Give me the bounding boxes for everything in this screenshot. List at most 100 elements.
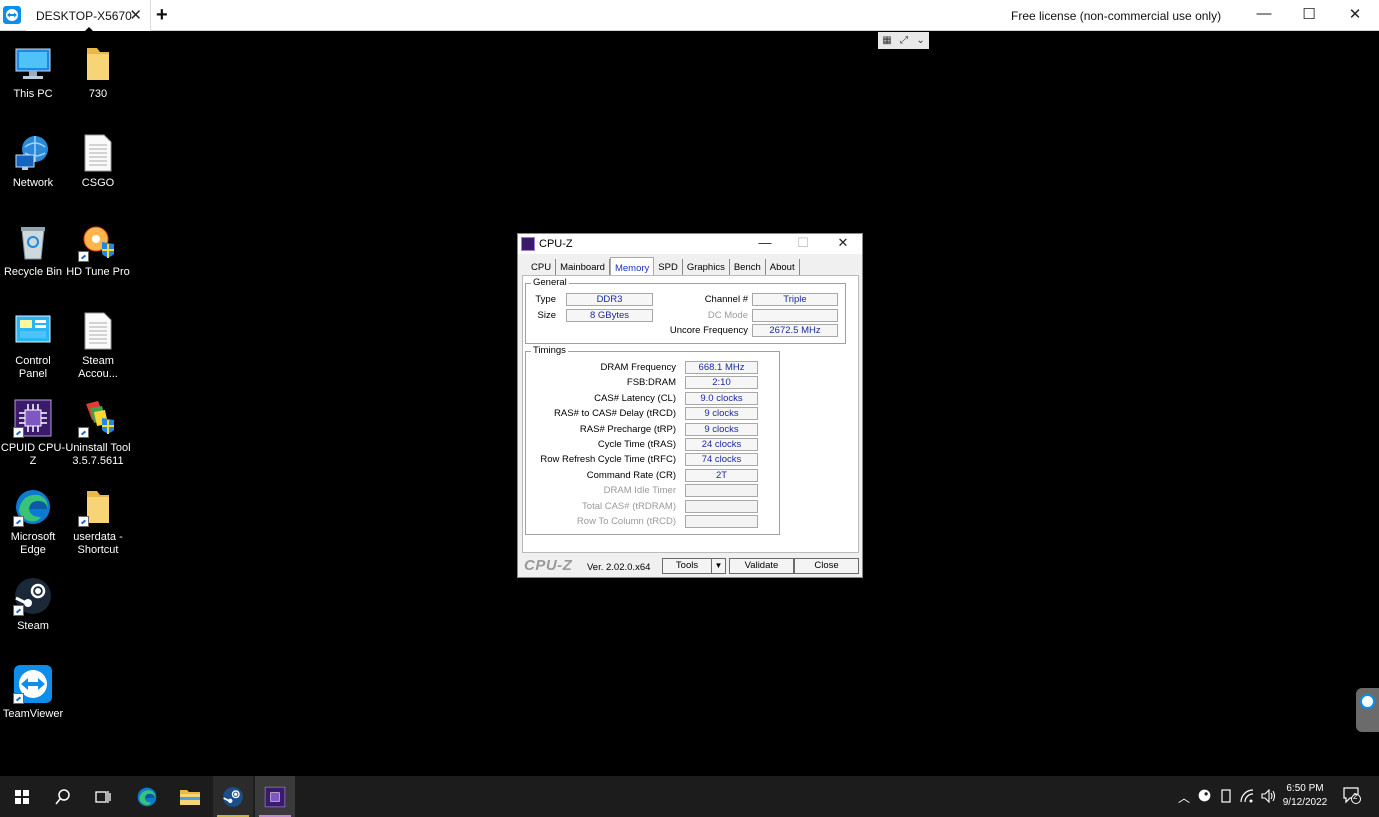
desktop-icon-cpuid-cpu-z[interactable]: CPUID CPU-Z [0, 398, 66, 468]
license-label: Free license (non-commercial use only) [1011, 9, 1222, 23]
new-tab-button[interactable]: + [156, 4, 168, 27]
remote-toolbar-handle[interactable]: ▦ ⤢ ⌄ [878, 32, 929, 49]
channel-value: Triple [752, 293, 838, 306]
task-view-button[interactable] [83, 776, 123, 817]
start-button[interactable] [2, 776, 42, 817]
edge-icon [13, 487, 53, 527]
timing-label: Row Refresh Cycle Time (tRFC) [540, 454, 676, 466]
tools-dropdown-arrow-icon[interactable]: ▼ [711, 558, 726, 574]
timing-value [685, 499, 758, 513]
uncore-frequency-value: 2672.5 MHz [752, 324, 838, 337]
desktop-icon-this-pc[interactable]: This PC [0, 44, 66, 101]
close-button[interactable]: Close [794, 558, 859, 574]
desktop-icon-label: Steam [17, 620, 49, 632]
timing-label: DRAM Frequency [600, 362, 677, 373]
timing-label: RAS# to CAS# Delay (tRCD) [554, 408, 676, 420]
cpuz-title-bar[interactable]: CPU-Z — ☐ ✕ [518, 234, 862, 254]
timing-label: RAS# Precharge (tRP) [579, 423, 676, 435]
volume-icon[interactable] [1261, 788, 1276, 806]
desktop-icon-microsoft-edge[interactable]: Microsoft Edge [0, 487, 66, 557]
session-tab[interactable]: DESKTOP-X5670 ✕ [26, 0, 151, 32]
desktop-icon-control-panel[interactable]: Control Panel [0, 311, 66, 381]
tab-mainboard[interactable]: Mainboard [556, 259, 610, 276]
desktop-icon-uninstall-tool[interactable]: Uninstall Tool 3.5.7.5611 [65, 398, 131, 468]
validate-button[interactable]: Validate [729, 558, 794, 574]
desktop-icon-teamviewer[interactable]: TeamViewer [0, 664, 66, 721]
tab-graphics[interactable]: Graphics [683, 259, 730, 276]
general-group-title: General [531, 277, 569, 288]
maximize-button[interactable]: ☐ [1299, 5, 1319, 23]
desktop-icon-label: This PC [13, 88, 53, 100]
teamviewer-logo-icon [1360, 694, 1375, 709]
timing-label: Command Rate (CR) [586, 469, 676, 481]
edge-icon [137, 787, 157, 806]
expand-icon: ⤢ [900, 35, 909, 46]
taskbar-steam[interactable] [213, 776, 253, 817]
desktop-icon-730[interactable]: 730 [65, 44, 131, 101]
taskbar-edge[interactable] [127, 776, 167, 817]
cpuz-footer: CPU-Z Ver. 2.02.0.x64 Tools ▼ Validate C… [518, 554, 862, 578]
search-button[interactable] [43, 776, 83, 817]
show-hidden-icons-chevron-icon[interactable]: ︿ [1178, 789, 1190, 806]
desktop-icon-steam-account[interactable]: Steam Accou... [65, 311, 131, 381]
close-tab-icon[interactable]: ✕ [129, 6, 142, 24]
shortcut-arrow-icon [78, 251, 89, 262]
cpuz-version: Ver. 2.02.0.x64 [587, 562, 651, 573]
taskbar-cpuz[interactable] [255, 776, 295, 817]
desktop-icon-label: CSGO [81, 177, 115, 189]
desktop-icon-recycle-bin[interactable]: Recycle Bin [0, 222, 66, 279]
notification-center-icon[interactable]: 2 [1343, 786, 1361, 807]
size-value: 8 GBytes [566, 309, 653, 322]
timing-value: 24 clocks [685, 438, 758, 451]
type-value: DDR3 [566, 293, 653, 306]
desktop-icon-label: Uninstall Tool 3.5.7.5611 [65, 442, 131, 467]
desktop-icon-label: CPUID CPU-Z [0, 442, 66, 467]
search-icon [55, 788, 70, 804]
grid-icon: ▦ [882, 35, 892, 46]
desktop-icon-network[interactable]: Network [0, 133, 66, 190]
tab-spd[interactable]: SPD [654, 259, 683, 276]
desktop-icon-steam[interactable]: Steam [0, 576, 66, 633]
tools-button[interactable]: Tools [662, 558, 712, 574]
timing-label: Cycle Time (tRAS) [597, 439, 676, 450]
cpuz-minimize-button[interactable]: — [755, 235, 775, 250]
close-window-button[interactable]: ✕ [1345, 5, 1365, 23]
cpuz-window-title: CPU-Z [539, 238, 573, 250]
timing-value: 668.1 MHz [685, 361, 758, 374]
timing-label: Total CAS# (tRDRAM) [582, 500, 676, 512]
tab-cpu[interactable]: CPU [527, 259, 557, 276]
steam-tray-icon[interactable] [1198, 789, 1211, 805]
desktop-icon-label: Control Panel [15, 355, 51, 380]
desktop-icon-label: TeamViewer [2, 708, 64, 720]
usb-device-icon[interactable] [1220, 789, 1232, 806]
steam-icon [223, 786, 243, 807]
type-label: Type [535, 294, 556, 305]
shortcut-arrow-icon [78, 427, 89, 438]
size-label: Size [537, 310, 556, 321]
desktop-icon-label: Recycle Bin [3, 266, 63, 278]
network-wifi-icon[interactable] [1240, 789, 1254, 806]
minimize-button[interactable]: — [1254, 5, 1274, 22]
tab-bench[interactable]: Bench [730, 259, 766, 276]
desktop-icon-csgo[interactable]: CSGO [65, 133, 131, 190]
desktop-icon-userdata-shortcut[interactable]: userdata - Shortcut [65, 487, 131, 557]
teamviewer-side-panel-handle[interactable] [1356, 688, 1379, 732]
cpuz-brand-logo: CPU-Z [524, 557, 573, 574]
tab-about[interactable]: About [766, 259, 800, 276]
cpuz-window[interactable]: CPU-Z — ☐ ✕ CPU Mainboard Memory SPD Gra… [517, 233, 863, 578]
taskbar-file-explorer[interactable] [170, 776, 210, 817]
steam-icon [13, 576, 53, 616]
tab-memory[interactable]: Memory [609, 257, 655, 276]
cpuz-icon [264, 786, 286, 807]
tab-notch [84, 27, 94, 32]
system-clock[interactable]: 6:50 PM 9/12/2022 [1282, 782, 1328, 810]
channel-label: Channel # [704, 294, 748, 305]
chevron-down-icon[interactable]: ⌄ [916, 35, 924, 46]
network-icon [13, 133, 53, 173]
cpuz-close-button[interactable]: ✕ [833, 235, 853, 251]
desktop-icon-hd-tune-pro[interactable]: HD Tune Pro [65, 222, 131, 279]
timing-value [685, 515, 758, 528]
cpuz-icon [13, 398, 53, 438]
folder-icon [180, 789, 200, 805]
uncore-frequency-label: Uncore Frequency [669, 325, 748, 336]
